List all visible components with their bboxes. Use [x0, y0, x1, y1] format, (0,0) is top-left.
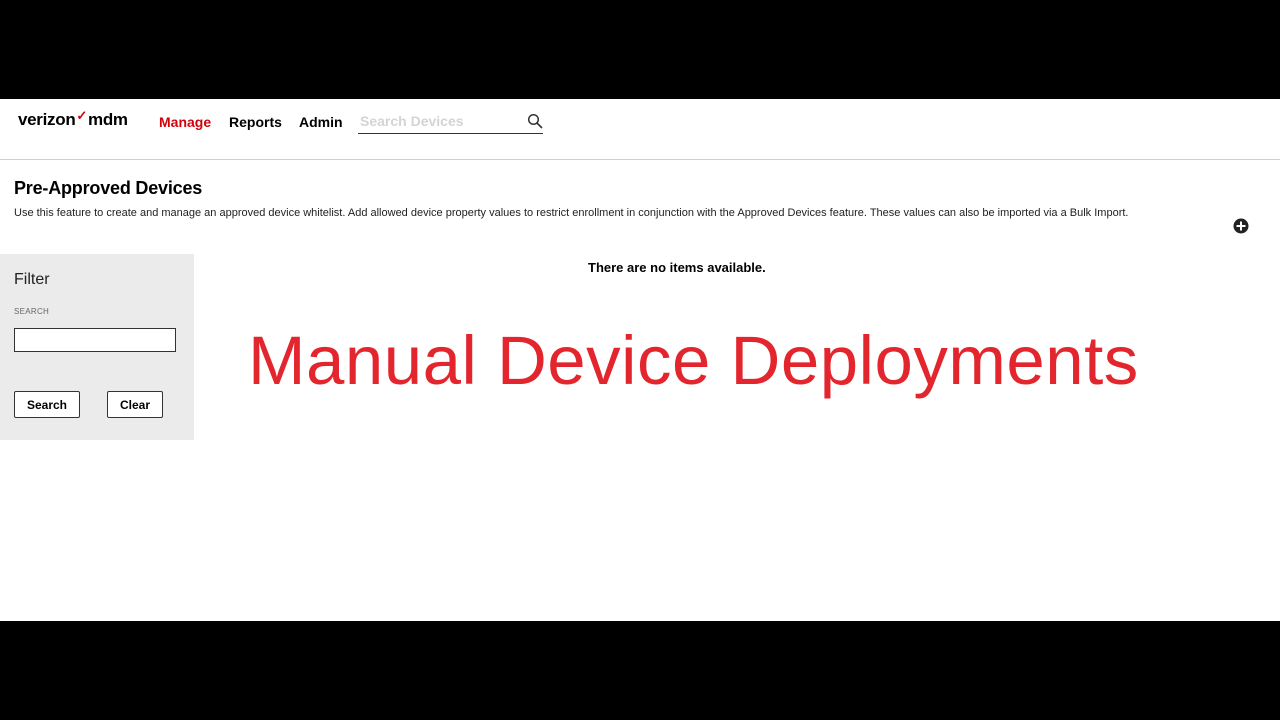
filter-title: Filter — [14, 271, 50, 288]
letterbox-bottom — [0, 621, 1280, 720]
search-devices-box — [358, 110, 543, 134]
search-devices-input[interactable] — [358, 110, 520, 132]
filter-search-input[interactable] — [15, 329, 175, 351]
empty-state-message: There are no items available. — [588, 260, 766, 275]
app-screen: verizon✓mdm Manage Reports Admin Pre-App… — [0, 99, 1280, 621]
logo-product: mdm — [88, 110, 128, 129]
video-overlay-title: Manual Device Deployments — [248, 322, 1139, 399]
filter-search-field — [14, 328, 176, 352]
top-navigation-bar: verizon✓mdm Manage Reports Admin — [0, 99, 1280, 160]
page-title: Pre-Approved Devices — [14, 178, 203, 198]
filter-search-label: SEARCH — [14, 307, 50, 316]
nav-manage[interactable]: Manage — [159, 114, 211, 130]
nav-reports[interactable]: Reports — [229, 114, 282, 130]
logo-check-mark: ✓ — [76, 108, 88, 123]
plus-circle-icon[interactable] — [1233, 218, 1249, 234]
filter-search-button[interactable]: Search — [14, 391, 80, 418]
page-description: Use this feature to create and manage an… — [14, 207, 1129, 219]
nav-admin[interactable]: Admin — [299, 114, 343, 130]
logo-brand: verizon — [18, 110, 76, 129]
letterbox-top — [0, 0, 1280, 99]
filter-panel: Filter SEARCH Search Clear — [0, 254, 194, 440]
filter-clear-button[interactable]: Clear — [107, 391, 163, 418]
verizon-mdm-logo[interactable]: verizon✓mdm — [18, 108, 128, 130]
search-icon[interactable] — [527, 113, 543, 129]
